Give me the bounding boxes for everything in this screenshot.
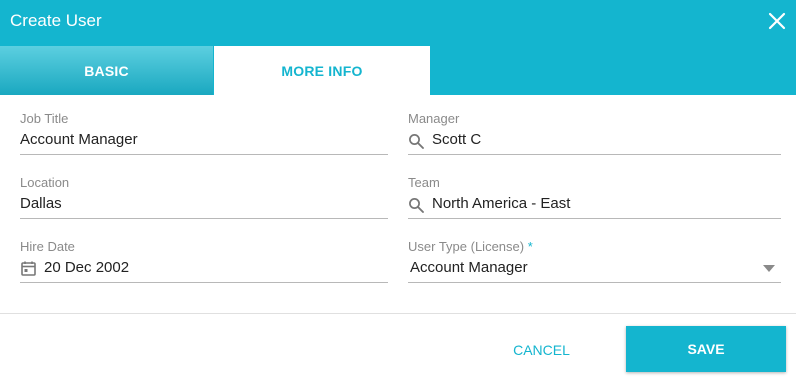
footer-divider bbox=[0, 313, 796, 314]
manager-input[interactable]: Scott C bbox=[432, 131, 481, 148]
job-title-label: Job Title bbox=[20, 111, 69, 126]
save-button[interactable]: SAVE bbox=[626, 326, 786, 372]
dialog-header: Create User BASIC MORE INFO bbox=[0, 0, 796, 95]
dialog-title: Create User bbox=[10, 11, 102, 30]
location-input[interactable]: Dallas bbox=[20, 195, 62, 212]
cancel-button[interactable]: CANCEL bbox=[490, 327, 593, 372]
hire-date-input[interactable]: 20 Dec 2002 bbox=[44, 259, 129, 276]
location-field[interactable]: Location Dallas bbox=[20, 175, 388, 221]
tab-more-info[interactable]: MORE INFO bbox=[214, 46, 430, 95]
user-type-label-text: User Type (License) bbox=[408, 239, 525, 254]
calendar-icon[interactable] bbox=[20, 260, 37, 277]
team-input[interactable]: North America - East bbox=[432, 195, 570, 212]
hire-date-field[interactable]: Hire Date 20 Dec 2002 bbox=[20, 239, 388, 285]
manager-field[interactable]: Manager Scott C bbox=[408, 111, 781, 157]
tab-basic[interactable]: BASIC bbox=[0, 46, 213, 95]
team-underline bbox=[408, 218, 781, 219]
user-type-underline bbox=[408, 282, 781, 283]
search-icon bbox=[409, 198, 424, 213]
job-title-underline bbox=[20, 154, 388, 155]
close-icon[interactable] bbox=[767, 11, 787, 31]
job-title-field[interactable]: Job Title Account Manager bbox=[20, 111, 388, 157]
required-marker: * bbox=[527, 239, 533, 254]
location-label: Location bbox=[20, 175, 70, 190]
team-field[interactable]: Team North America - East bbox=[408, 175, 781, 221]
manager-underline bbox=[408, 154, 781, 155]
hire-date-label: Hire Date bbox=[20, 239, 75, 254]
dropdown-arrow-icon[interactable] bbox=[763, 265, 775, 273]
search-icon bbox=[409, 134, 424, 149]
manager-label: Manager bbox=[408, 111, 460, 126]
user-type-select[interactable]: Account Manager bbox=[410, 259, 528, 276]
location-underline bbox=[20, 218, 388, 219]
team-label: Team bbox=[408, 175, 440, 190]
hire-date-underline bbox=[20, 282, 388, 283]
user-type-label: User Type (License) * bbox=[408, 239, 533, 254]
user-type-field[interactable]: User Type (License) * Account Manager bbox=[408, 239, 781, 285]
job-title-input[interactable]: Account Manager bbox=[20, 131, 138, 148]
